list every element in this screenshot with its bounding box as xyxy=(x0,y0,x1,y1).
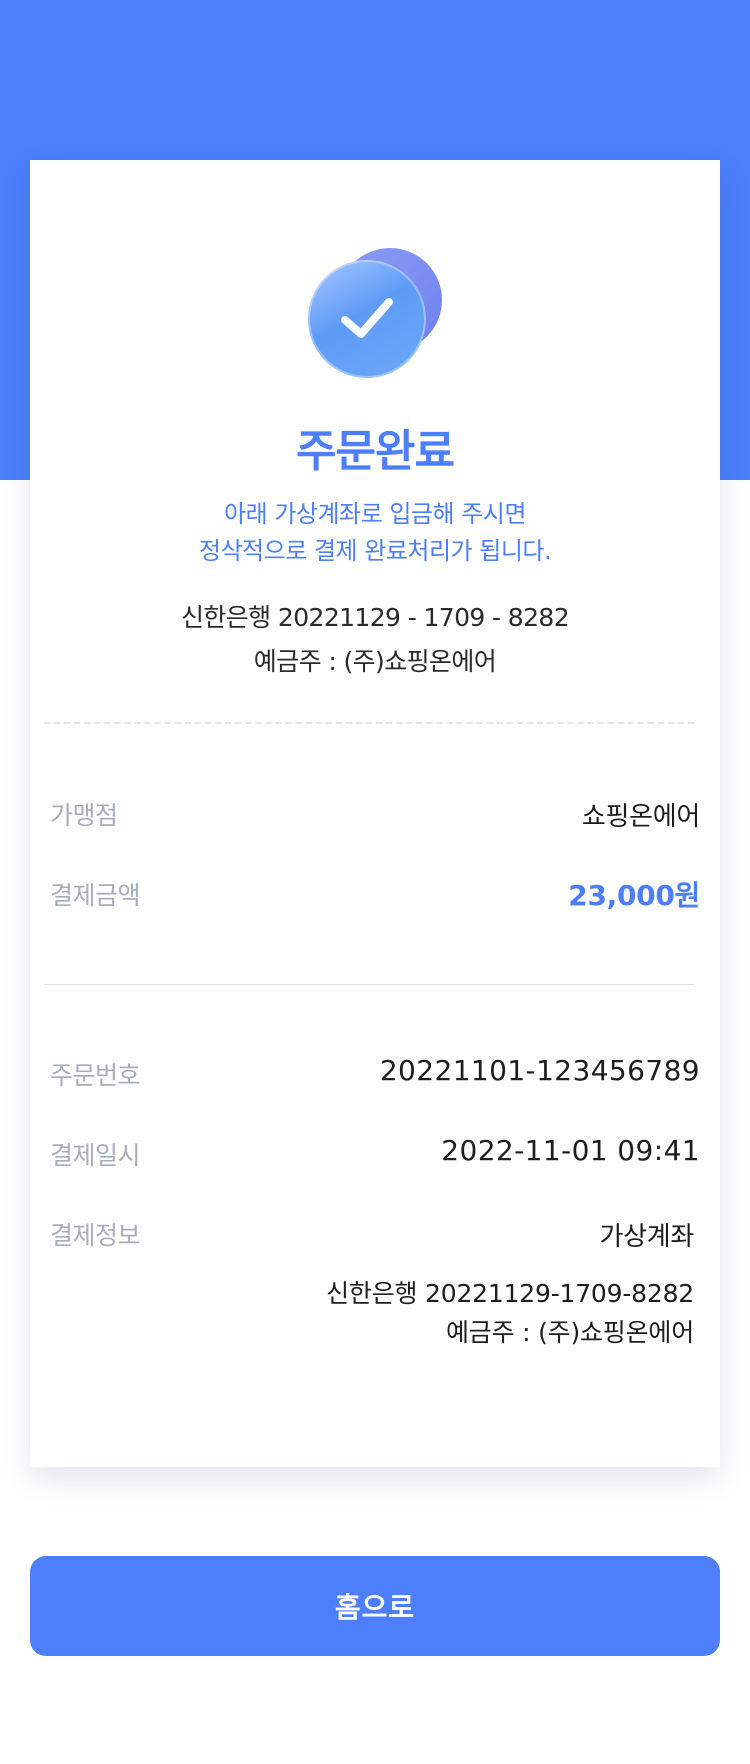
section-divider xyxy=(44,984,694,985)
page-title: 주문완료 xyxy=(296,426,455,477)
deposit-notice-line2: 정삭적으로 결제 완료처리가 됩니다. xyxy=(198,537,552,565)
home-button[interactable]: 홈으로 xyxy=(30,1556,720,1656)
payment-method-label: 결제정보 xyxy=(50,1221,141,1250)
payment-date-value: 2022-11-01 09:41 xyxy=(441,1134,700,1167)
bank-account-number: 신한은행 20221129 - 1709 - 8282 xyxy=(180,603,570,632)
merchant-value: 쇼핑온에어 xyxy=(581,802,700,832)
check-circle-front xyxy=(308,260,426,378)
checkmark-icon xyxy=(341,298,393,338)
payment-date-label: 결제일시 xyxy=(50,1141,141,1170)
account-depositor: 예금주 : (주)쇼핑온에어 xyxy=(253,647,497,676)
amount-value: 23,000원 xyxy=(568,879,700,912)
deposit-notice-line1: 아래 가상계좌로 입금해 주시면 xyxy=(224,500,526,528)
order-complete-card: 주문완료 아래 가상계좌로 입금해 주시면 정삭적으로 결제 완료처리가 됩니다… xyxy=(30,160,720,1467)
order-number-value: 20221101-123456789 xyxy=(379,1054,700,1087)
merchant-label: 가맹점 xyxy=(50,801,118,830)
payment-method-value: 가상계좌 xyxy=(599,1222,695,1252)
payment-method-depositor: 예금주 : (주)쇼핑온에어 xyxy=(445,1318,694,1347)
payment-method-account: 신한은행 20221129-1709-8282 예금주 : (주)쇼핑온에어 xyxy=(326,1274,694,1352)
dashed-divider xyxy=(44,722,694,724)
virtual-account-summary: 신한은행 20221129 - 1709 - 8282 예금주 : (주)쇼핑온… xyxy=(30,596,720,684)
amount-label: 결제금액 xyxy=(50,881,141,910)
order-number-label: 주문번호 xyxy=(50,1061,141,1090)
payment-method-bank-account: 신한은행 20221129-1709-8282 xyxy=(326,1279,694,1308)
deposit-notice: 아래 가상계좌로 입금해 주시면 정삭적으로 결제 완료처리가 됩니다. xyxy=(30,496,720,570)
check-circle-icon xyxy=(308,248,442,382)
